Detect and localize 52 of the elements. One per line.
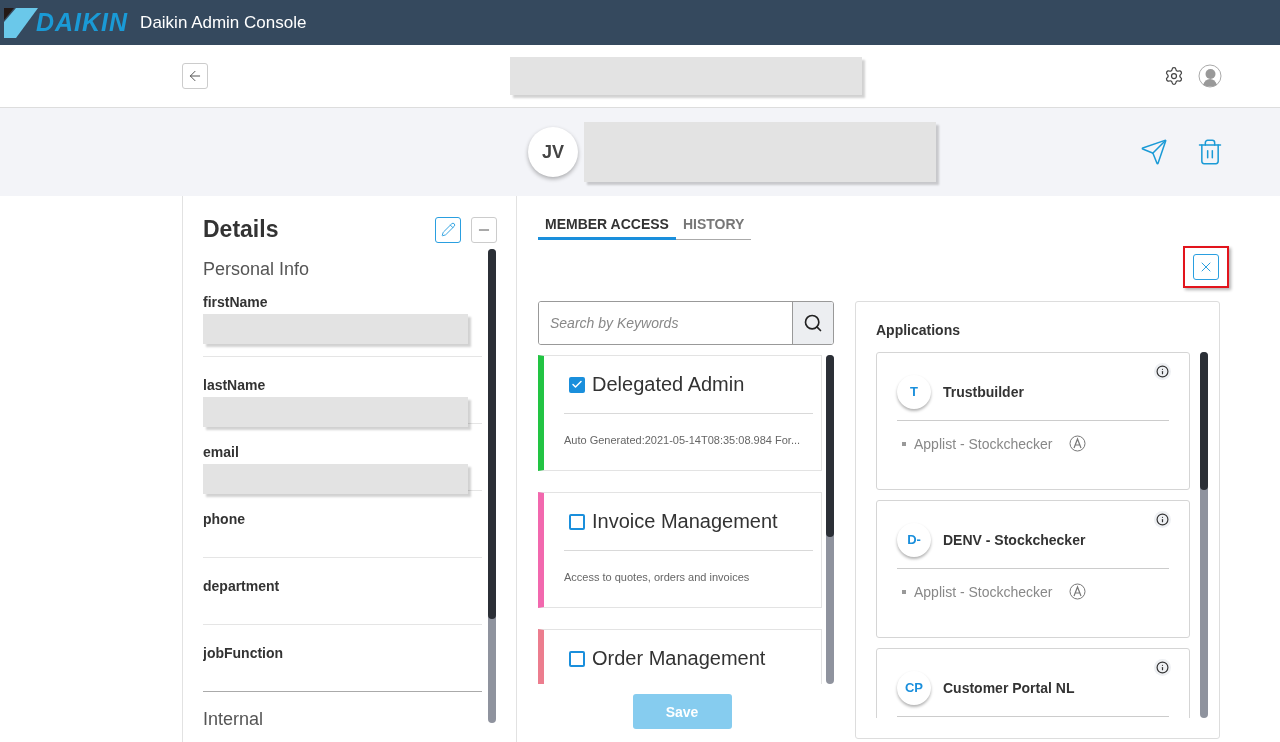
app-initials: D- bbox=[897, 522, 931, 557]
pencil-icon[interactable] bbox=[440, 222, 456, 237]
edit-button[interactable] bbox=[435, 216, 461, 243]
field-label: department bbox=[203, 578, 281, 594]
checkbox[interactable] bbox=[569, 650, 585, 667]
field-label: phone bbox=[203, 511, 246, 527]
section-heading: Internal bbox=[203, 708, 265, 730]
section-heading: Personal Info bbox=[203, 258, 311, 281]
app-initials: T bbox=[897, 374, 931, 409]
details-title: Details bbox=[203, 216, 280, 243]
send-icon[interactable] bbox=[1140, 138, 1168, 166]
role-name: Order Management bbox=[592, 647, 766, 670]
scrollbar[interactable] bbox=[1200, 352, 1208, 718]
logo-text: DAIKIN bbox=[36, 8, 129, 37]
circled-a-icon bbox=[1068, 435, 1086, 452]
role-card[interactable]: Order Management bbox=[538, 629, 822, 684]
bullet-icon bbox=[902, 589, 906, 594]
app-title: Daikin Admin Console bbox=[140, 12, 307, 33]
field-label: email bbox=[203, 444, 240, 460]
search-field[interactable]: Search by Keywords bbox=[538, 301, 834, 345]
app-initials: CP bbox=[897, 670, 931, 705]
tab[interactable]: HISTORY bbox=[675, 212, 752, 240]
trash-icon[interactable] bbox=[1196, 138, 1224, 166]
settings-icon[interactable] bbox=[1164, 66, 1184, 86]
role-description: Auto Generated:2021-05-14T08:35:08.984 For... bbox=[564, 433, 802, 446]
checkbox[interactable] bbox=[569, 513, 585, 530]
field-label: jobFunction bbox=[203, 645, 285, 661]
search-icon[interactable] bbox=[803, 313, 823, 333]
field-label: lastName bbox=[203, 377, 267, 393]
collapse-button[interactable] bbox=[471, 216, 497, 243]
bullet-icon bbox=[902, 441, 906, 446]
app-name: Trustbuilder bbox=[943, 383, 1024, 400]
user-initials: JV bbox=[528, 127, 578, 177]
close-button[interactable] bbox=[1193, 254, 1219, 280]
back-button[interactable] bbox=[182, 63, 208, 89]
panel-title: Applications bbox=[876, 322, 961, 338]
app-name: Customer Portal NL bbox=[943, 679, 1075, 696]
role-name: Delegated Admin bbox=[592, 373, 745, 396]
user-avatar-icon[interactable] bbox=[1198, 64, 1222, 88]
app-name: DENV - Stockchecker bbox=[943, 531, 1086, 548]
scrollbar[interactable] bbox=[488, 249, 496, 723]
field-label: firstName bbox=[203, 294, 269, 310]
circled-a-icon bbox=[1068, 583, 1086, 600]
role-name: Invoice Management bbox=[592, 510, 778, 533]
role-card[interactable]: Delegated Admin Auto Generated:2021-05-14T08:35:08.984 For... bbox=[538, 355, 822, 471]
tab[interactable]: MEMBER ACCESS bbox=[538, 212, 676, 240]
scrollbar[interactable] bbox=[826, 355, 834, 684]
search-button[interactable] bbox=[792, 302, 833, 344]
sub-application: Applist - Stockchecker bbox=[914, 583, 1053, 600]
role-card[interactable]: Invoice Management Access to quotes, orders and invoices bbox=[538, 492, 822, 608]
sub-application: Applist - Stockchecker bbox=[914, 435, 1053, 452]
role-description: Access to quotes, orders and invoices bbox=[564, 570, 751, 583]
